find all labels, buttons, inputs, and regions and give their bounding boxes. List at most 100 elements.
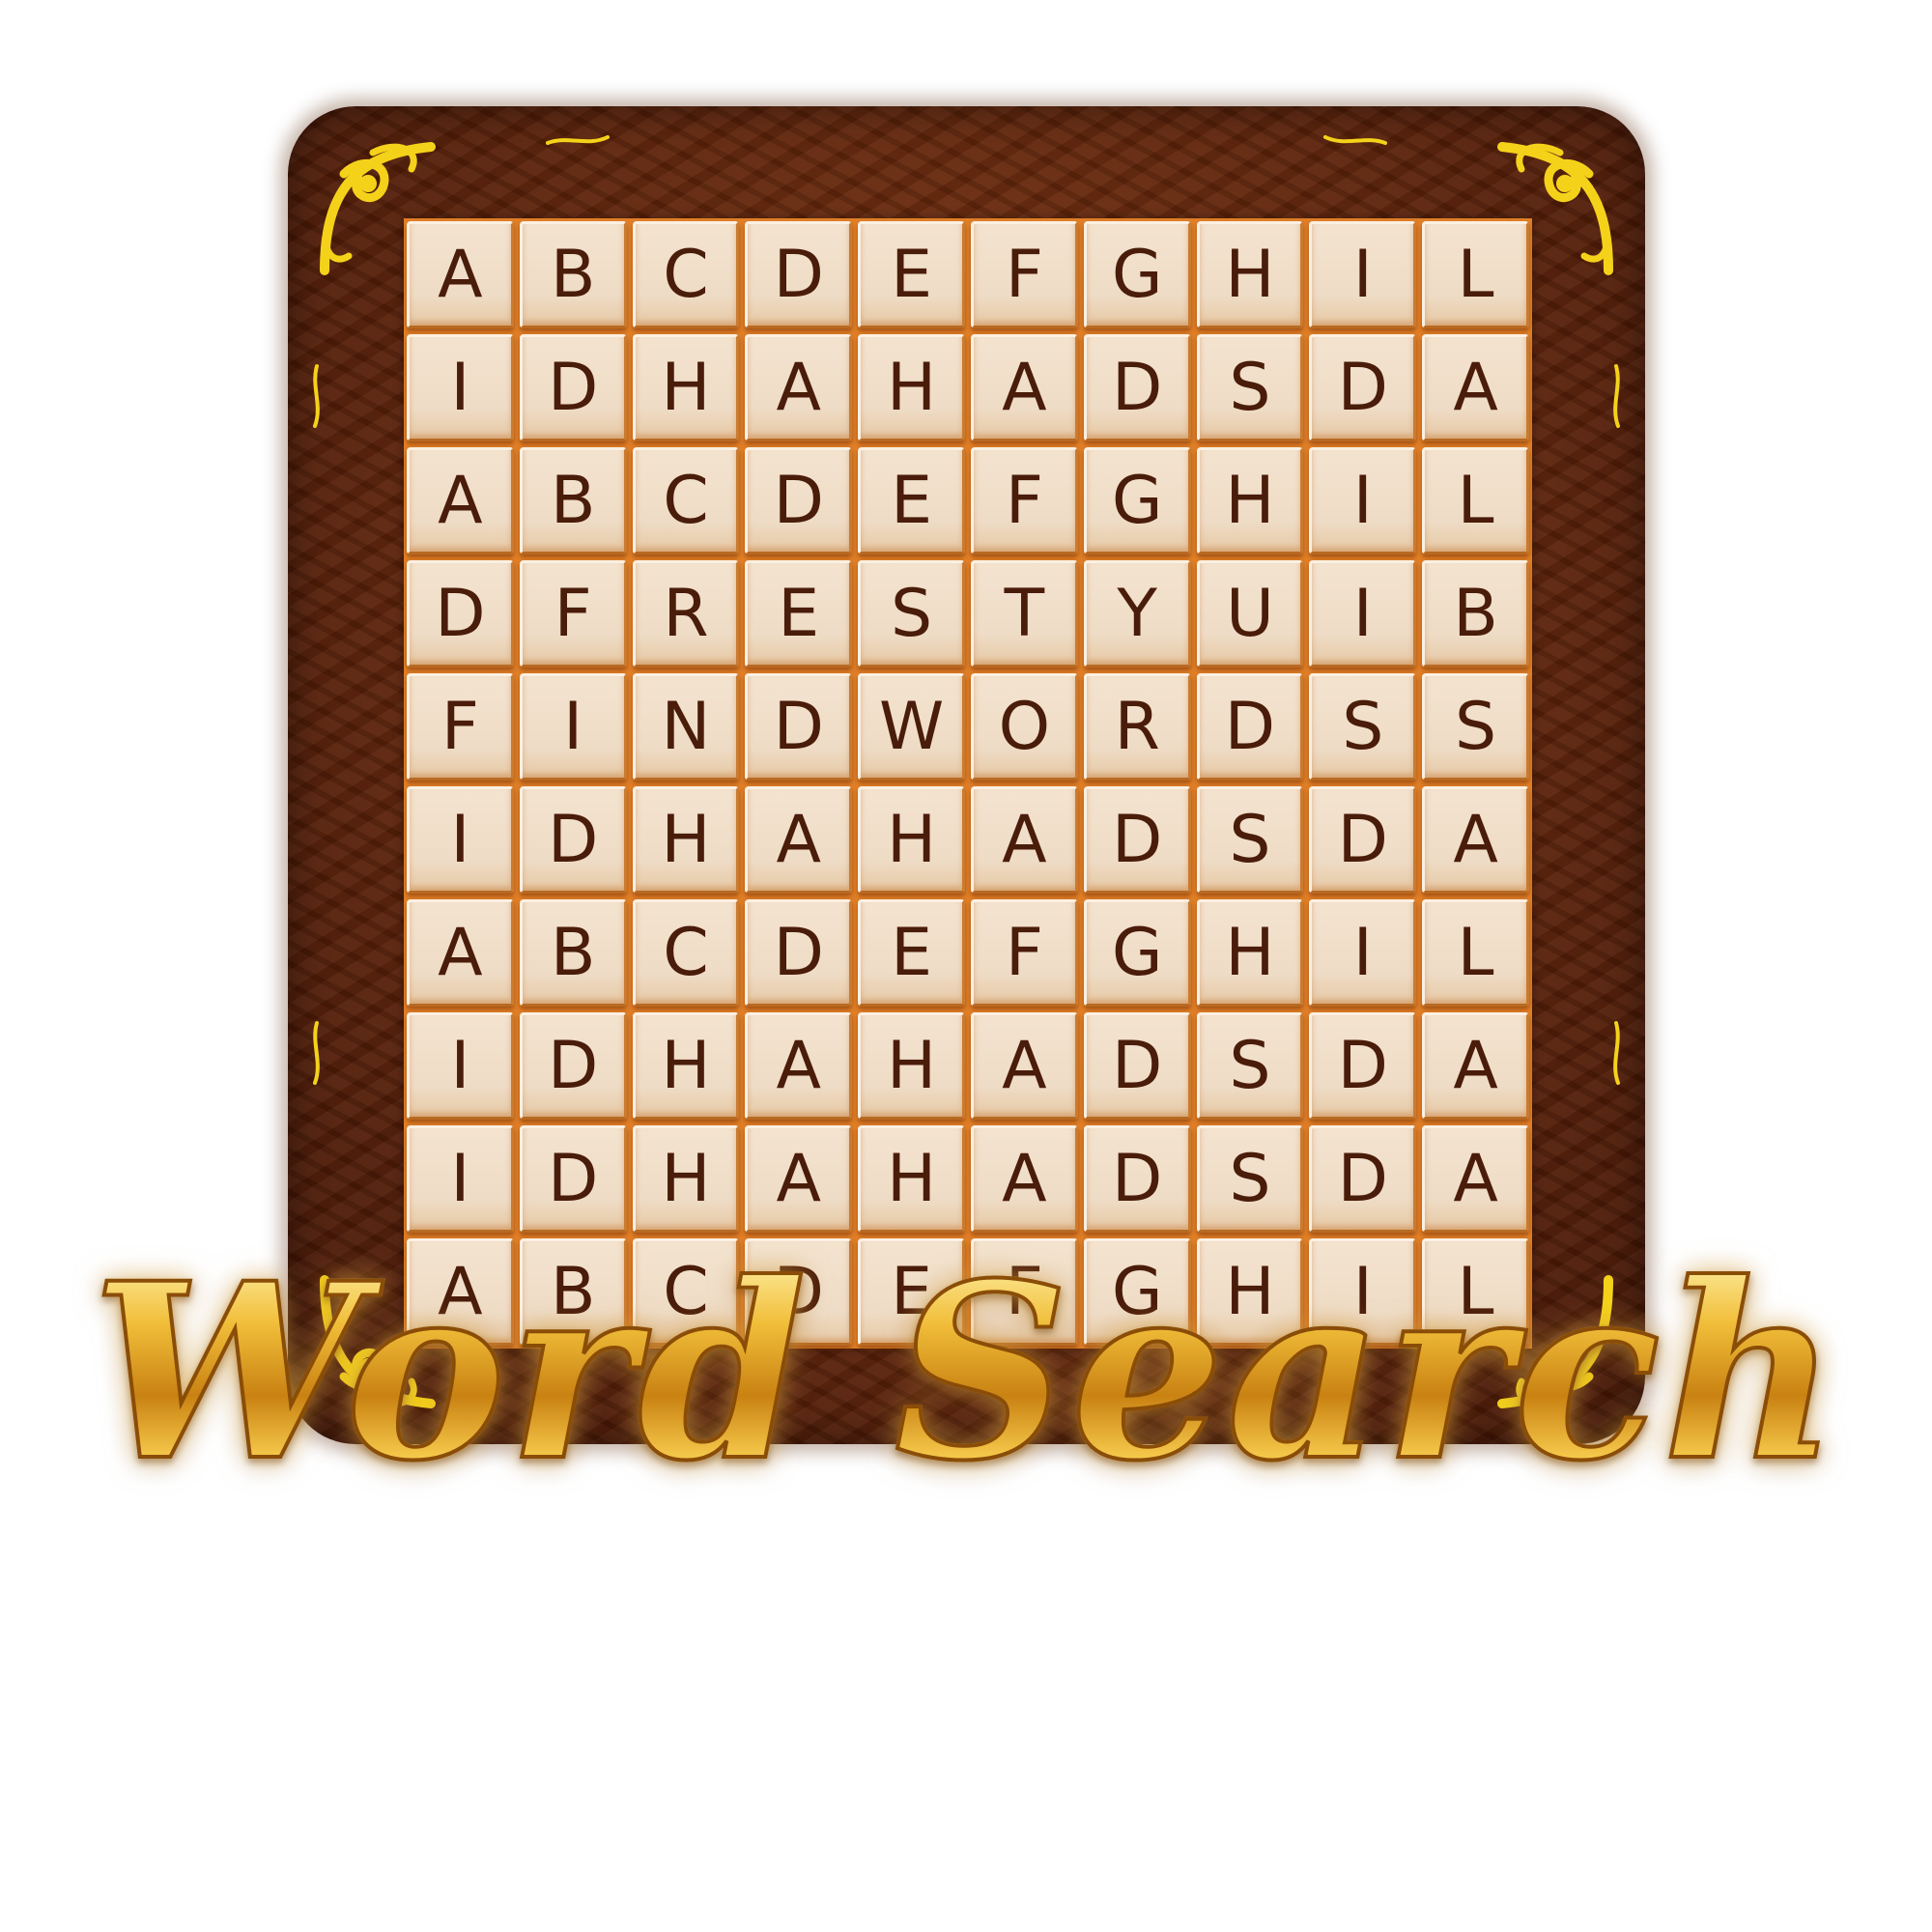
letter-tile[interactable]: C	[632, 899, 740, 1007]
letter-tile[interactable]: I	[407, 1012, 514, 1120]
letter-tile[interactable]: H	[1196, 447, 1304, 554]
letter-tile[interactable]: S	[1196, 786, 1304, 894]
letter-tile[interactable]: B	[519, 221, 627, 328]
letter-tile[interactable]: C	[632, 221, 740, 328]
letter-tile[interactable]: S	[1422, 673, 1529, 781]
letter-tile[interactable]: H	[858, 1012, 965, 1120]
letter-tile[interactable]: F	[971, 447, 1078, 554]
letter-tile[interactable]: D	[1083, 1125, 1191, 1233]
letter-tile[interactable]: D	[519, 1125, 627, 1233]
letter-tile[interactable]: B	[519, 899, 627, 1007]
letter-tile[interactable]: D	[745, 221, 853, 328]
letter-tile[interactable]: C	[632, 447, 740, 554]
letter-tile[interactable]: A	[1422, 1125, 1529, 1233]
letter-tile[interactable]: A	[971, 786, 1078, 894]
letter-tile[interactable]: E	[858, 899, 965, 1007]
letter-tile[interactable]: G	[1083, 899, 1191, 1007]
letter-tile[interactable]: D	[1083, 786, 1191, 894]
letter-tile[interactable]: I	[1309, 221, 1417, 328]
letter-tile[interactable]: A	[745, 1012, 853, 1120]
letter-tile[interactable]: A	[407, 447, 514, 554]
letter-tile[interactable]: I	[519, 673, 627, 781]
letter-tile[interactable]: D	[745, 899, 853, 1007]
letter-tile[interactable]: I	[407, 786, 514, 894]
letter-tile[interactable]: N	[632, 673, 740, 781]
letter-tile[interactable]: A	[1422, 1012, 1529, 1120]
letter-tile[interactable]: Y	[1083, 560, 1191, 668]
letter-tile[interactable]: A	[745, 786, 853, 894]
tile-letter: L	[1457, 236, 1494, 313]
letter-tile[interactable]: R	[632, 560, 740, 668]
letter-tile[interactable]: L	[1422, 447, 1529, 554]
letter-tile[interactable]: A	[971, 334, 1078, 441]
letter-tile[interactable]: I	[1309, 899, 1417, 1007]
letter-tile[interactable]: I	[407, 1125, 514, 1233]
letter-tile[interactable]: F	[971, 899, 1078, 1007]
letter-tile[interactable]: I	[407, 334, 514, 441]
letter-tile[interactable]: D	[1309, 334, 1417, 441]
tile-letter: I	[563, 688, 583, 765]
letter-tile[interactable]: R	[1083, 673, 1191, 781]
letter-tile[interactable]: W	[858, 673, 965, 781]
letter-tile[interactable]: U	[1196, 560, 1304, 668]
letter-tile[interactable]: H	[1196, 899, 1304, 1007]
letter-tile[interactable]: A	[407, 221, 514, 328]
letter-tile[interactable]: H	[1196, 221, 1304, 328]
letter-tile[interactable]: S	[1196, 1125, 1304, 1233]
letter-tile[interactable]: D	[1309, 1125, 1417, 1233]
letter-tile[interactable]: D	[519, 334, 627, 441]
letter-tile[interactable]: D	[1083, 1012, 1191, 1120]
letter-tile[interactable]: D	[1196, 673, 1304, 781]
letter-tile[interactable]: E	[858, 447, 965, 554]
letter-tile[interactable]: H	[632, 334, 740, 441]
letter-tile[interactable]: H	[858, 1125, 965, 1233]
letter-tile[interactable]: S	[858, 560, 965, 668]
letter-tile[interactable]: B	[1422, 560, 1529, 668]
letter-tile[interactable]: S	[1196, 334, 1304, 441]
letter-tile[interactable]: H	[858, 786, 965, 894]
letter-tile[interactable]: H	[858, 334, 965, 441]
letter-tile[interactable]: A	[1422, 334, 1529, 441]
letter-tile[interactable]: F	[407, 673, 514, 781]
letter-tile[interactable]: G	[1083, 221, 1191, 328]
letter-tile[interactable]: D	[1309, 786, 1417, 894]
letter-tile[interactable]: D	[1309, 1012, 1417, 1120]
letter-tile[interactable]: O	[971, 673, 1078, 781]
tile-letter: S	[1229, 349, 1271, 426]
letter-tile[interactable]: H	[632, 1012, 740, 1120]
letter-tile[interactable]: T	[971, 560, 1078, 668]
letter-tile[interactable]: D	[519, 1012, 627, 1120]
letter-tile[interactable]: B	[519, 447, 627, 554]
tile-letter: I	[450, 801, 470, 878]
flourish-icon	[313, 1021, 320, 1085]
letter-tile[interactable]: L	[1422, 899, 1529, 1007]
tile-letter: D	[548, 1140, 599, 1217]
letter-tile[interactable]: H	[632, 786, 740, 894]
letter-tile[interactable]: G	[1083, 447, 1191, 554]
letter-tile[interactable]: I	[1309, 447, 1417, 554]
letter-tile[interactable]: D	[407, 560, 514, 668]
letter-tile[interactable]: L	[1422, 221, 1529, 328]
letter-tile[interactable]: A	[745, 1125, 853, 1233]
letter-tile[interactable]: D	[519, 786, 627, 894]
letter-tile[interactable]: S	[1196, 1012, 1304, 1120]
letter-tile[interactable]: E	[745, 560, 853, 668]
tile-letter: D	[1337, 349, 1388, 426]
letter-tile[interactable]: S	[1309, 673, 1417, 781]
letter-tile[interactable]: D	[745, 673, 853, 781]
letter-tile[interactable]: A	[1422, 786, 1529, 894]
flourish-icon	[313, 364, 320, 428]
tile-letter: A	[776, 349, 822, 426]
letter-tile[interactable]: A	[971, 1012, 1078, 1120]
letter-tile[interactable]: A	[407, 899, 514, 1007]
letter-tile[interactable]: A	[971, 1125, 1078, 1233]
letter-tile[interactable]: F	[971, 221, 1078, 328]
letter-tile[interactable]: H	[632, 1125, 740, 1233]
letter-tile[interactable]: E	[858, 221, 965, 328]
letter-tile[interactable]: I	[1309, 560, 1417, 668]
letter-tile[interactable]: A	[745, 334, 853, 441]
tile-letter: H	[887, 349, 937, 426]
letter-tile[interactable]: F	[519, 560, 627, 668]
letter-tile[interactable]: D	[745, 447, 853, 554]
letter-tile[interactable]: D	[1083, 334, 1191, 441]
